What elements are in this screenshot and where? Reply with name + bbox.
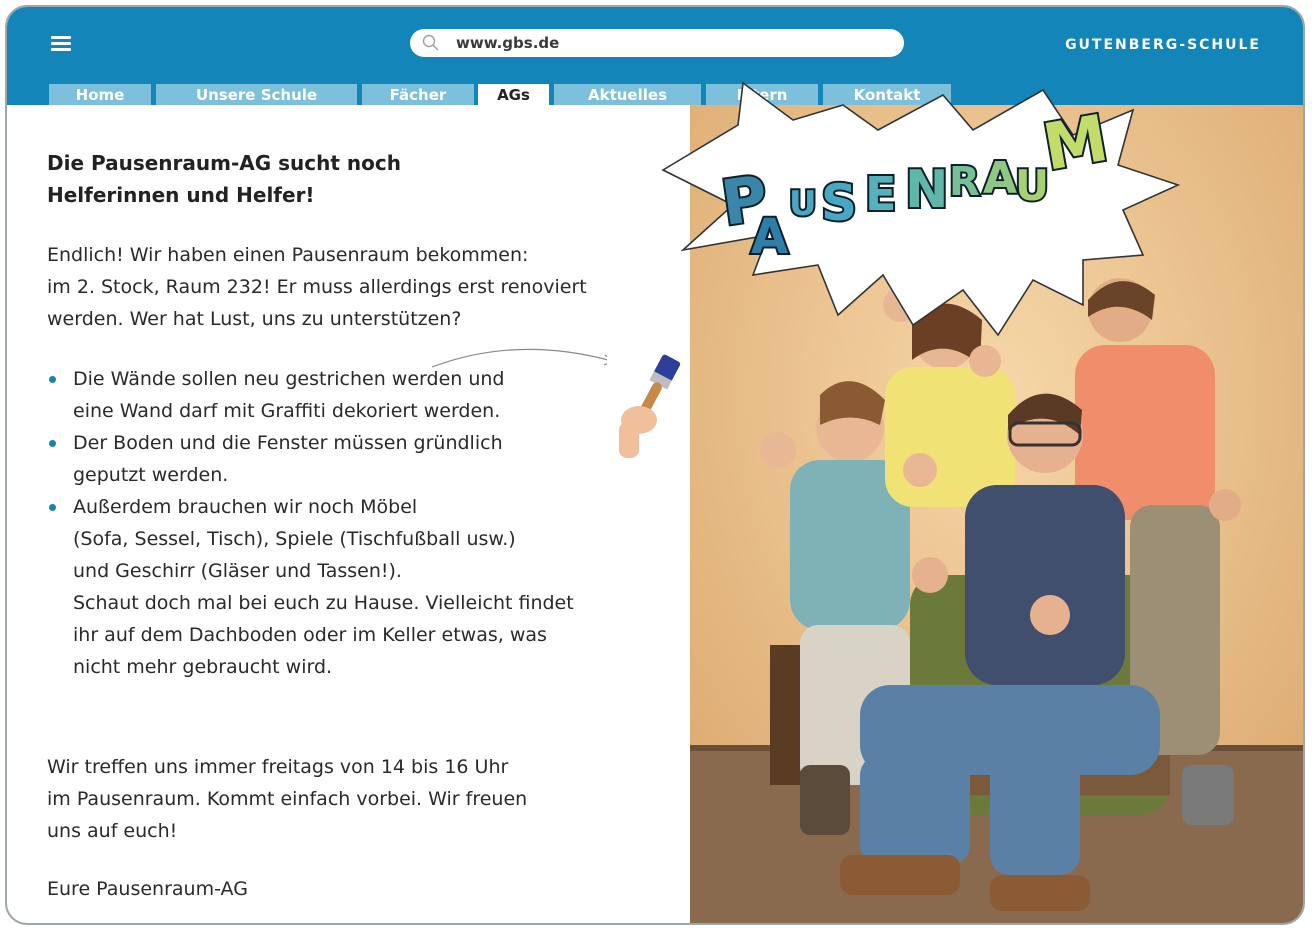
meeting-line: Wir treffen uns immer freitags von 14 bi… [47, 756, 509, 778]
graffiti-letter-a2: A [983, 153, 1017, 204]
tab-unsere-schule[interactable]: Unsere Schule [156, 84, 357, 105]
tab-faecher[interactable]: Fächer [362, 84, 474, 105]
meeting-line: im Pausenraum. Kommt einfach vorbei. Wir… [47, 788, 528, 810]
signoff: Eure Pausenraum-AG [47, 873, 647, 905]
search-icon [422, 34, 439, 51]
heading-line: Die Pausenraum-AG sucht noch [47, 151, 401, 175]
list-item-line: Der Boden und die Fenster müssen gründli… [73, 432, 503, 454]
list-item-line: Außerdem brauchen wir noch Möbel [73, 496, 418, 518]
list-item: Außerdem brauchen wir noch Möbel (Sofa, … [47, 491, 687, 683]
article-heading: Die Pausenraum-AG sucht noch Helferinnen… [47, 147, 401, 211]
address-bar[interactable]: www.gbs.de [410, 29, 904, 57]
intro-line: Endlich! Wir haben einen Pausenraum beko… [47, 244, 529, 266]
list-item: Die Wände sollen neu gestrichen werden u… [47, 363, 687, 427]
intro-line: im 2. Stock, Raum 232! Er muss allerding… [47, 276, 587, 298]
bullet-icon [49, 376, 56, 383]
graffiti-letter-n: N [905, 160, 949, 220]
tab-ags[interactable]: AGs [478, 84, 549, 105]
bullet-icon [49, 504, 56, 511]
heading-line: Helferinnen und Helfer! [47, 183, 315, 207]
list-item-line: eine Wand darf mit Graffiti dekoriert we… [73, 400, 501, 422]
list-item-line: ihr auf dem Dachboden oder im Keller etw… [73, 624, 547, 646]
task-list: Die Wände sollen neu gestrichen werden u… [47, 363, 687, 683]
graffiti-letter-s: S [821, 174, 857, 232]
list-item: Der Boden und die Fenster müssen gründli… [47, 427, 687, 491]
hamburger-menu-icon[interactable] [51, 36, 71, 52]
graffiti-letter-r: R [949, 159, 980, 205]
graffiti-letter-m: M [1038, 102, 1114, 186]
list-item-line: nicht mehr gebraucht wird. [73, 656, 333, 678]
tab-home[interactable]: Home [49, 84, 151, 105]
graffiti-letter-u: U [789, 184, 817, 224]
meeting-paragraph: Wir treffen uns immer freitags von 14 bi… [47, 751, 647, 847]
intro-line: werden. Wer hat Lust, uns zu unterstütze… [47, 308, 462, 330]
list-item-line: geputzt werden. [73, 464, 229, 486]
list-item-line: Die Wände sollen neu gestrichen werden u… [73, 368, 505, 390]
graffiti-letter-u2: U [1015, 161, 1049, 210]
intro-paragraph: Endlich! Wir haben einen Pausenraum beko… [47, 239, 667, 335]
site-name: GUTENBERG-SCHULE [1065, 37, 1261, 53]
list-item-line: und Geschirr (Gläser und Tassen!). [73, 560, 402, 582]
bullet-icon [49, 440, 56, 447]
browser-window: www.gbs.de GUTENBERG-SCHULE Home Unsere … [5, 5, 1305, 925]
graffiti-letter-a: A [751, 209, 788, 265]
graffiti-letter-e: E [865, 167, 896, 221]
signoff-text: Eure Pausenraum-AG [47, 878, 248, 900]
url-text[interactable]: www.gbs.de [456, 34, 559, 52]
list-item-line: (Sofa, Sessel, Tisch), Spiele (Tischfußb… [73, 528, 516, 550]
meeting-line: uns auf euch! [47, 820, 178, 842]
list-item-line: Schaut doch mal bei euch zu Hause. Viell… [73, 592, 574, 614]
graffiti-starburst: P A U S E N R A U M [661, 81, 1181, 337]
